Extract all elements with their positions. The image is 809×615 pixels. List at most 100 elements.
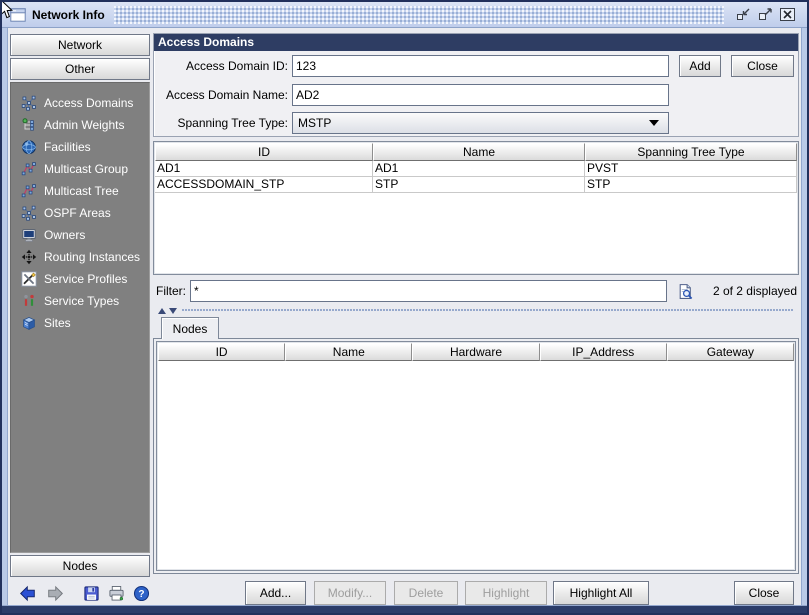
sidebar-item-multicast-tree[interactable]: Multicast Tree [11,180,149,202]
table-cell: AD1 [155,161,373,177]
service-types-icon [21,293,37,309]
bottom-toolbar: ? Add... Modify... Delete Highlight High… [8,580,801,606]
maximize-icon[interactable] [755,6,775,23]
selected-option: MSTP [293,116,649,130]
access-domains-icon [21,95,37,111]
add-button[interactable]: Add [679,55,721,77]
sidebar-item-admin-weights[interactable]: Admin Weights [11,114,149,136]
sidebar-item-label: Multicast Group [44,162,128,176]
table-header: ID Name Hardware IP_Address Gateway [158,343,794,361]
access-domains-table: ID Name Spanning Tree Type AD1 AD1 PVST [153,141,799,275]
table-header: ID Name Spanning Tree Type [155,143,797,161]
split-pane-divider[interactable] [153,306,799,315]
nodes-tab-panel: Nodes ID Name Hardware IP_Address Gatewa… [153,316,799,574]
sidebar-item-multicast-group[interactable]: Multicast Group [11,158,149,180]
sidebar-item-service-types[interactable]: Service Types [11,290,149,312]
add-ellipsis-button[interactable]: Add... [245,581,306,605]
close-button-top[interactable]: Close [731,55,794,77]
network-info-window: Network Info Network Other Access Domain… [0,0,809,615]
table-row[interactable]: AD1 AD1 PVST [155,161,797,177]
sidebar-item-label: Service Profiles [44,272,127,286]
access-domain-name-input[interactable] [292,84,669,106]
sidebar-item-access-domains[interactable]: Access Domains [11,92,149,114]
titlebar-texture [114,6,724,24]
restore-icon[interactable] [733,6,753,23]
sidebar-category-other[interactable]: Other [10,58,150,80]
print-icon[interactable] [105,582,127,604]
sidebar-item-facilities[interactable]: Facilities [11,136,149,158]
column-header[interactable]: Gateway [667,343,794,361]
combo-arrow-icon [649,120,659,126]
column-header[interactable]: Spanning Tree Type [585,143,797,161]
table-cell: ACCESSDOMAIN_STP [155,177,373,193]
filter-row: Filter: 2 of 2 displayed [153,278,799,304]
table-row[interactable]: ACCESSDOMAIN_STP STP STP [155,177,797,193]
help-icon[interactable]: ? [130,582,152,604]
back-icon[interactable] [16,582,38,604]
filter-search-icon [677,283,694,300]
filter-input[interactable] [190,280,667,302]
delete-button[interactable]: Delete [394,581,458,605]
forward-icon[interactable] [44,582,66,604]
table-body: AD1 AD1 PVST ACCESSDOMAIN_STP STP STP [155,161,797,193]
close-icon[interactable] [777,6,797,23]
tab-nodes[interactable]: Nodes [161,317,219,339]
routing-instances-icon [21,249,37,265]
sidebar: Network Other Access Domains Admin Weigh… [8,29,152,605]
nodes-table: ID Name Hardware IP_Address Gateway [156,341,796,571]
sidebar-item-label: OSPF Areas [44,206,111,220]
filter-status: 2 of 2 displayed [713,284,797,298]
window-title: Network Info [32,8,105,22]
sidebar-item-routing-instances[interactable]: Routing Instances [11,246,149,268]
table-cell: AD1 [373,161,585,177]
modify-button[interactable]: Modify... [314,581,386,605]
sidebar-category-nodes[interactable]: Nodes [10,555,150,577]
filter-search-button[interactable] [674,280,696,302]
sidebar-item-ospf-areas[interactable]: OSPF Areas [11,202,149,224]
sidebar-category-network[interactable]: Network [10,34,150,56]
spanning-tree-type-select[interactable]: MSTP [292,112,669,134]
column-header[interactable]: Name [373,143,585,161]
splitter-down-icon[interactable] [169,308,177,314]
column-header[interactable]: ID [158,343,285,361]
sidebar-item-label: Facilities [44,140,91,154]
column-header[interactable]: IP_Address [540,343,667,361]
column-header[interactable]: Name [285,343,412,361]
splitter-up-icon[interactable] [158,308,166,314]
sidebar-list: Access Domains Admin Weights Facilities … [10,82,150,553]
sidebar-item-label: Sites [44,316,71,330]
column-header[interactable]: Hardware [412,343,539,361]
service-profiles-icon [21,271,37,287]
table-cell: PVST [585,161,797,177]
sites-icon [21,315,37,331]
table-cell: STP [585,177,797,193]
highlight-button[interactable]: Highlight [465,581,547,605]
multicast-tree-icon [21,183,37,199]
table-cell: STP [373,177,585,193]
sidebar-item-owners[interactable]: Owners [11,224,149,246]
column-header[interactable]: ID [155,143,373,161]
filter-label: Filter: [156,284,186,298]
owners-icon [21,227,37,243]
highlight-all-button[interactable]: Highlight All [553,581,649,605]
window-icon [10,7,26,23]
window-frame-bottom [2,605,807,613]
access-domain-id-input[interactable] [292,55,669,77]
sidebar-item-label: Routing Instances [44,250,140,264]
sidebar-item-service-profiles[interactable]: Service Profiles [11,268,149,290]
window-content: Network Other Access Domains Admin Weigh… [8,29,801,605]
sidebar-item-label: Access Domains [44,96,133,110]
save-icon[interactable] [80,582,102,604]
ospf-areas-icon [21,205,37,221]
nodes-tab-content: ID Name Hardware IP_Address Gateway [153,338,799,574]
access-domain-id-label: Access Domain ID: [157,59,288,73]
main-area: Access Domains Access Domain ID: Access … [153,29,799,605]
titlebar[interactable]: Network Info [2,2,807,28]
panel-title: Access Domains [154,34,798,51]
sidebar-item-label: Admin Weights [44,118,124,132]
close-button-bottom[interactable]: Close [734,581,794,605]
facilities-icon [21,139,37,155]
spanning-tree-type-label: Spanning Tree Type: [157,116,288,130]
sidebar-item-sites[interactable]: Sites [11,312,149,334]
sidebar-item-label: Owners [44,228,85,242]
